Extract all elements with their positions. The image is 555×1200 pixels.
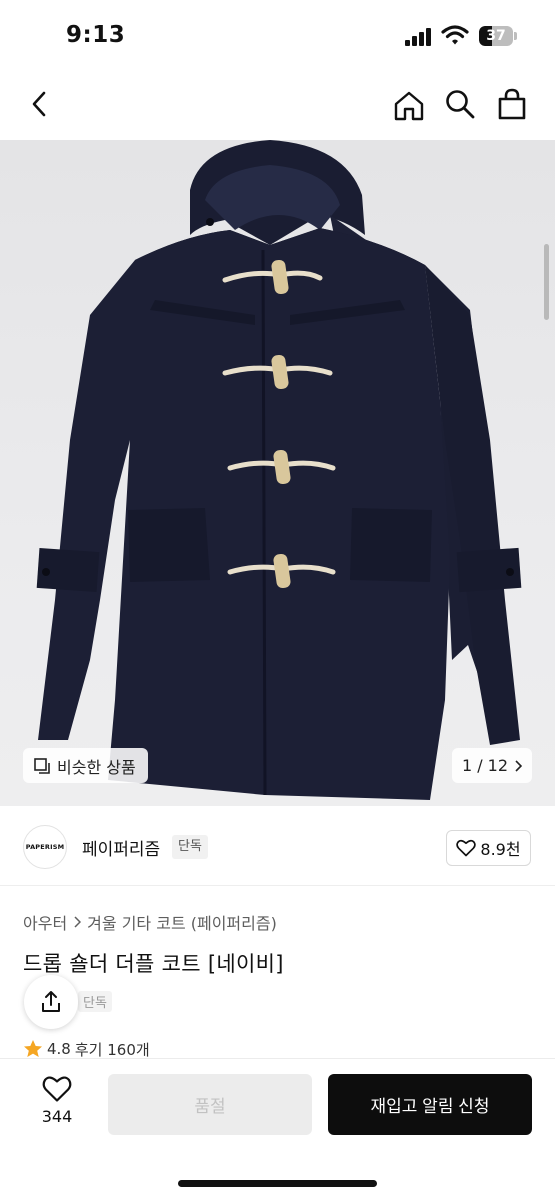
home-icon	[394, 91, 424, 121]
brand-exclusive-badge: 단독	[172, 835, 208, 859]
wishlist-count: 344	[41, 1107, 73, 1126]
similar-products-button[interactable]: 비슷한 상품	[23, 748, 148, 783]
rating-row[interactable]: 4.8 후기 160개	[23, 1038, 150, 1060]
star-icon	[24, 1040, 42, 1057]
chevron-right-icon	[515, 759, 523, 772]
bottom-action-bar: 344 품절 재입고 알림 신청	[0, 1058, 555, 1200]
brand-name[interactable]: 페이퍼리즘	[82, 835, 160, 860]
sold-out-button: 품절	[108, 1074, 312, 1135]
similar-icon	[34, 757, 50, 774]
share-icon	[42, 991, 60, 1012]
nav-bar	[0, 72, 555, 140]
wishlist-button[interactable]: 344	[22, 1075, 92, 1139]
search-button[interactable]	[440, 84, 480, 124]
search-icon	[446, 90, 475, 119]
back-icon	[32, 91, 46, 117]
product-image-gallery[interactable]: 비슷한 상품 1 / 12	[0, 140, 555, 806]
breadcrumb: 아우터 겨울 기타 코트 (페이퍼리즘)	[23, 910, 277, 934]
battery-level: 37	[486, 28, 506, 44]
home-indicator	[178, 1180, 377, 1187]
back-button[interactable]	[20, 84, 60, 124]
restock-notification-button[interactable]: 재입고 알림 신청	[328, 1074, 532, 1135]
share-button[interactable]	[24, 975, 78, 1029]
review-count[interactable]: 후기 160개	[75, 1039, 150, 1060]
rating-value: 4.8	[47, 1040, 71, 1058]
status-bar: 9:13 37	[0, 0, 555, 72]
exclusive-tag: 단독	[78, 991, 112, 1012]
cart-button[interactable]	[492, 84, 532, 124]
signal-icon	[405, 28, 433, 46]
similar-products-label: 비슷한 상품	[57, 757, 136, 777]
status-time: 9:13	[66, 22, 126, 48]
product-image	[36, 140, 522, 800]
brand-like-button[interactable]: 8.9천	[446, 830, 531, 866]
chevron-right-icon	[74, 916, 82, 928]
battery-icon: 37	[479, 26, 517, 46]
shopping-bag-icon	[498, 88, 526, 120]
home-button[interactable]	[389, 86, 429, 126]
brand-like-count: 8.9천	[480, 840, 521, 859]
wifi-icon	[441, 25, 469, 45]
scrollbar[interactable]	[544, 244, 549, 320]
breadcrumb-item[interactable]: 겨울 기타 코트 (페이퍼리즘)	[87, 910, 277, 934]
brand-row[interactable]: PAPERISM 페이퍼리즘 단독 8.9천	[0, 806, 555, 886]
brand-logo[interactable]: PAPERISM	[23, 825, 67, 869]
heart-icon	[42, 1076, 72, 1102]
heart-icon	[456, 839, 477, 857]
product-title: 드롭 숄더 더플 코트 [네이비]	[23, 952, 284, 976]
breadcrumb-item[interactable]: 아우터	[23, 910, 67, 934]
image-page-counter[interactable]: 1 / 12	[452, 748, 532, 783]
page-counter-text: 1 / 12	[461, 756, 509, 775]
